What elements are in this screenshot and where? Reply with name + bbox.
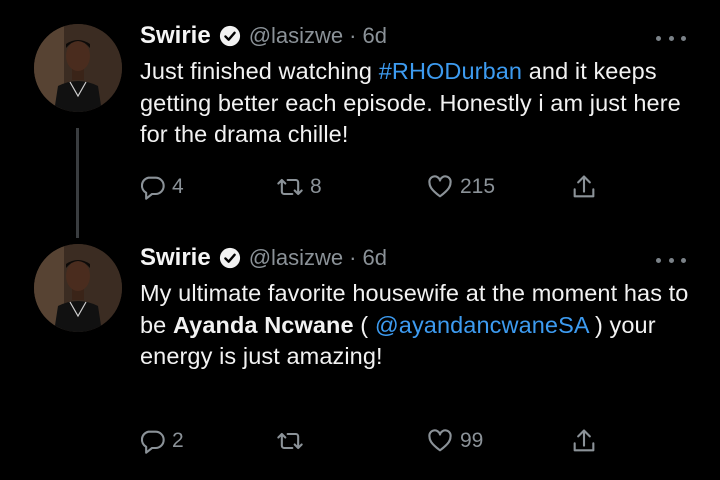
thread-connector	[76, 128, 79, 238]
reply-count: 2	[172, 429, 184, 452]
retweet-button[interactable]: 8	[276, 172, 322, 202]
tweet-actions: 2 99	[138, 426, 608, 456]
like-icon	[426, 173, 454, 201]
tweet-actions: 4 8 215	[138, 172, 608, 202]
tweet-header: Swirie @lasizwe · 6d	[140, 21, 387, 51]
hashtag-link[interactable]: #RHODurban	[379, 58, 522, 84]
verified-badge-icon	[219, 25, 241, 47]
tweet-text-part: Just finished watching	[140, 58, 379, 84]
reply-icon	[138, 427, 166, 455]
avatar[interactable]	[34, 24, 122, 112]
like-button[interactable]: 99	[426, 426, 483, 456]
tweet-text: Just finished watching #RHODurban and it…	[140, 56, 700, 151]
like-count: 215	[460, 175, 496, 198]
tweet-text-part: )	[588, 311, 603, 338]
author-name[interactable]: Swirie	[140, 22, 211, 50]
separator: ·	[349, 245, 357, 270]
tweet-time[interactable]: 6d	[363, 23, 387, 49]
verified-badge-icon	[219, 247, 241, 269]
like-icon	[426, 427, 454, 455]
author-handle[interactable]: @lasizwe	[249, 23, 343, 49]
share-icon	[570, 173, 598, 201]
author-name[interactable]: Swirie	[140, 244, 211, 272]
tweet-time[interactable]: 6d	[363, 245, 387, 271]
retweet-icon	[276, 173, 304, 201]
share-icon	[570, 427, 598, 455]
retweet-count: 8	[310, 175, 322, 198]
separator: ·	[349, 23, 357, 48]
author-handle[interactable]: @lasizwe	[249, 245, 343, 271]
mention-link[interactable]: @ayandancwaneSA	[375, 312, 589, 338]
bold-name: Ayanda Ncwane	[172, 311, 354, 338]
retweet-icon	[276, 427, 304, 455]
tweet-text: My ultimate favorite housewife at the mo…	[140, 278, 700, 373]
reply-icon	[138, 173, 166, 201]
share-button[interactable]	[570, 426, 598, 456]
reply-count: 4	[172, 175, 184, 198]
like-count: 99	[460, 429, 484, 452]
tweet-text-part: (	[353, 311, 375, 338]
more-options-icon[interactable]	[656, 28, 686, 48]
tweet-header: Swirie @lasizwe · 6d	[140, 243, 387, 273]
avatar[interactable]	[34, 244, 122, 332]
reply-button[interactable]: 4	[138, 172, 184, 202]
like-button[interactable]: 215	[426, 172, 495, 202]
share-button[interactable]	[570, 172, 598, 202]
retweet-button[interactable]	[276, 426, 310, 456]
reply-button[interactable]: 2	[138, 426, 184, 456]
more-options-icon[interactable]	[656, 250, 686, 270]
